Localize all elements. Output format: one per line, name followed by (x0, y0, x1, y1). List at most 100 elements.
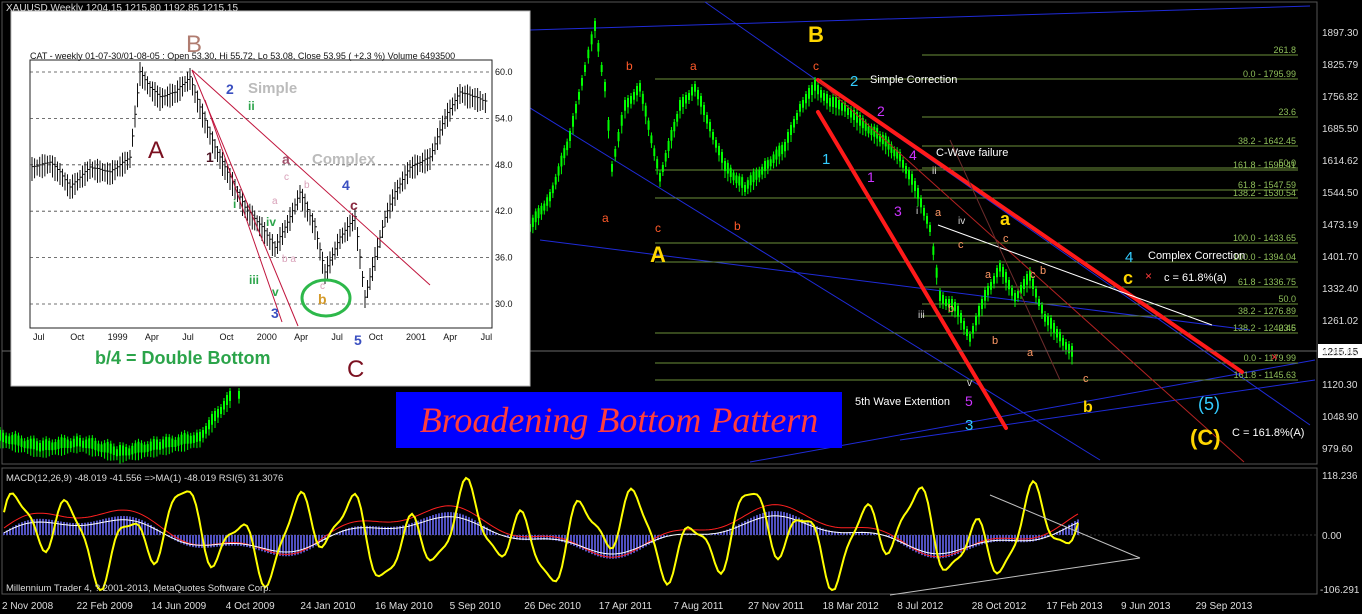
c-wave-failure-label: C-Wave failure (936, 147, 1008, 159)
magenta-3: 3 (894, 203, 902, 219)
candle-body (867, 126, 870, 134)
candle-body (758, 169, 761, 178)
candle-body (942, 295, 944, 304)
candle-body (134, 443, 137, 454)
candle-body (688, 93, 690, 100)
orange-a: a (935, 207, 942, 219)
candle-body (685, 95, 687, 104)
time-axis-label: 8 Jul 2012 (897, 601, 944, 612)
candle-body (39, 443, 41, 452)
candle-body (128, 448, 131, 456)
candle-body (647, 120, 650, 130)
candle-body (17, 435, 20, 446)
candle-body (917, 188, 919, 199)
candle-body (5, 435, 8, 444)
candle-body (772, 154, 775, 163)
candle-body (893, 149, 896, 157)
simple-correction-label: Simple Correction (870, 74, 957, 86)
inset-3: 3 (271, 305, 279, 321)
orange-b-3: b (1040, 265, 1046, 277)
candle-body (534, 211, 537, 223)
candle-body (587, 49, 590, 59)
candle-body (1062, 338, 1064, 346)
wave-annotations: B A (C) (5) a c b (650, 22, 1221, 450)
candle-body (594, 21, 596, 31)
inset-x-label: 2001 (406, 332, 426, 342)
candle-body (703, 105, 705, 115)
c-1618-label: C = 161.8%(A) (1232, 427, 1304, 439)
candle-body (926, 216, 928, 224)
candle-body (775, 149, 778, 160)
macd-rsi-panel: MACD(12,26,9) -48.019 -41.556 =>MA(1) -4… (2, 471, 1360, 596)
candle-body (226, 395, 228, 405)
candle-body (617, 132, 620, 142)
candle-body (749, 175, 752, 186)
candle-body (694, 84, 696, 92)
time-axis-label: 27 Nov 2011 (748, 601, 804, 612)
candle-body (572, 116, 574, 127)
candle-body (549, 192, 551, 202)
price-scale-label: 1261.02 (1322, 316, 1359, 327)
candle-body (726, 162, 729, 174)
candle-body (761, 166, 764, 175)
candle-body (1053, 323, 1055, 333)
footer-copyright: Millennium Trader 4, ? 2001-2013, MetaQu… (6, 583, 271, 594)
candle-body (109, 443, 112, 454)
candle-body (1044, 314, 1046, 322)
candle-body (199, 432, 201, 442)
wave-a-yellow: a (1000, 209, 1011, 229)
candle-body (790, 125, 792, 135)
candle-body (832, 97, 834, 107)
candle-body (691, 87, 693, 96)
candle-body (966, 329, 968, 336)
candle-body (569, 131, 571, 141)
candle-body (546, 197, 549, 206)
candle-body (972, 326, 974, 334)
candle-body (820, 90, 822, 98)
candle-body (999, 263, 1001, 272)
x-marker-1: × (1145, 269, 1152, 283)
red-b-2: b (734, 219, 741, 233)
candle-body (639, 83, 641, 92)
candle-body (115, 449, 118, 457)
candle-body (929, 225, 931, 232)
candle-body (590, 34, 593, 45)
inset-x-label: 1999 (108, 332, 128, 342)
cyan-1: 1 (822, 151, 830, 168)
price-scale: 1897.30 1825.79 1756.82 1685.50 1614.62 1544.… (1322, 28, 1359, 455)
candle-body (914, 181, 916, 191)
wave-C-label: (C) (1190, 425, 1221, 450)
candle-body (847, 108, 849, 115)
inset-x-label: Jul (33, 332, 45, 342)
candle-body (676, 114, 679, 122)
fib-label: 138.2 - 1240.45 (1233, 323, 1296, 333)
candle-body (97, 443, 100, 452)
candle-body (764, 161, 766, 171)
candle-body (119, 445, 121, 456)
candle-body (752, 171, 755, 183)
fib-label: 0.0 - 1179.99 (1244, 353, 1296, 363)
candle-body (88, 438, 91, 449)
candle-body (990, 282, 992, 290)
candle-body (661, 165, 664, 172)
candle-body (682, 97, 684, 107)
candle-body (697, 90, 699, 100)
magenta-1: 1 (867, 169, 875, 185)
candle-body (987, 286, 989, 296)
candle-body (66, 439, 69, 449)
candle-body (600, 65, 603, 72)
fib-label: 38.2 - 1642.45 (1238, 136, 1296, 146)
candle-body (23, 441, 26, 449)
candle-body (650, 135, 653, 144)
candle-body (220, 407, 222, 414)
time-axis-label: 24 Jan 2010 (300, 601, 355, 612)
orange-b: b (948, 303, 954, 315)
time-axis-label: 17 Feb 2013 (1046, 601, 1103, 612)
inset-a: a (282, 151, 290, 167)
inset-x-label: Jul (331, 332, 343, 342)
time-axis-label: 26 Dec 2010 (524, 601, 581, 612)
candle-body (805, 94, 807, 104)
candle-body (814, 80, 816, 91)
price-scale-label: 1189.86 (1322, 348, 1358, 359)
candle-body (939, 291, 941, 301)
